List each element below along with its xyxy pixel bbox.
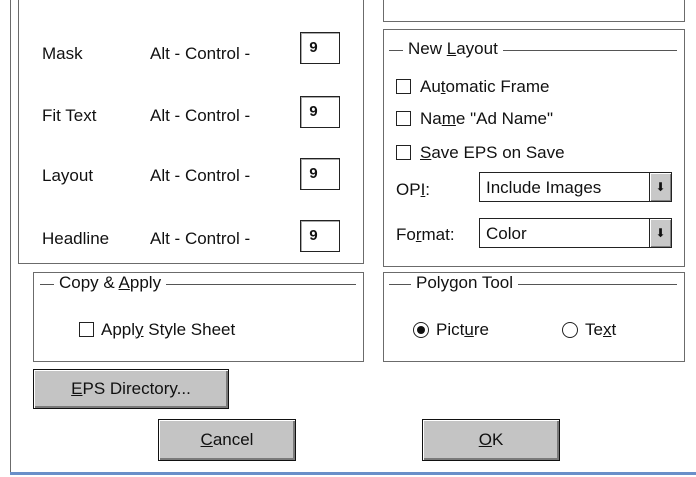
shortcut-label-headline: Headline [42, 229, 110, 248]
apply-style-sheet-checkbox[interactable] [79, 322, 94, 337]
window-left-edge [10, 0, 11, 472]
shortcut-key-headline[interactable]: 9 [300, 220, 340, 252]
window-bottom-edge [10, 472, 696, 475]
picture-radio[interactable] [413, 322, 429, 338]
ok-button[interactable]: OK [422, 419, 560, 461]
shortcut-label-mask: Mask [42, 44, 83, 63]
shortcut-modifier-layout: Alt - Control - [150, 166, 251, 185]
format-label: Format: [396, 225, 455, 244]
text-radio-label: Text [585, 320, 617, 339]
eps-directory-button[interactable]: EPS Directory... [33, 369, 229, 409]
new-layout-title: New Layout [403, 39, 503, 59]
polygon-tool-group: Polygon Tool [389, 273, 677, 293]
polygon-tool-title: Polygon Tool [411, 273, 519, 293]
save-eps-checkbox[interactable] [396, 145, 411, 160]
shortcut-key-layout[interactable]: 9 [300, 158, 340, 190]
shortcut-key-mask[interactable]: 9 [300, 32, 340, 64]
copy-apply-title: Copy & Apply [54, 273, 167, 293]
name-ad-name-label: Name "Ad Name" [420, 109, 554, 128]
new-layout-group: New Layout [389, 39, 677, 59]
shortcut-label-layout: Layout [42, 166, 94, 185]
name-ad-name-checkbox[interactable] [396, 111, 411, 126]
automatic-frame-label: Automatic Frame [420, 77, 550, 96]
upper-right-panel [383, 0, 685, 22]
opi-select[interactable]: Include Images ⬇ [479, 172, 672, 202]
shortcut-key-fit-text[interactable]: 9 [300, 96, 340, 128]
cancel-button[interactable]: Cancel [158, 419, 296, 461]
automatic-frame-checkbox[interactable] [396, 79, 411, 94]
text-radio[interactable] [562, 322, 578, 338]
shortcut-modifier-headline: Alt - Control - [150, 229, 251, 248]
opi-select-value: Include Images [486, 178, 602, 197]
picture-radio-label: Picture [436, 320, 489, 339]
opi-label: OPI: [396, 180, 431, 199]
shortcut-label-fit-text: Fit Text [42, 106, 97, 125]
format-select-value: Color [486, 224, 527, 243]
format-select[interactable]: Color ⬇ [479, 218, 672, 248]
dropdown-arrow-icon[interactable]: ⬇ [649, 219, 671, 247]
save-eps-label: Save EPS on Save [420, 143, 565, 162]
shortcut-modifier-fit-text: Alt - Control - [150, 106, 251, 125]
apply-style-sheet-label: Apply Style Sheet [101, 320, 236, 339]
copy-apply-group: Copy & Apply [40, 273, 356, 293]
dropdown-arrow-icon[interactable]: ⬇ [649, 173, 671, 201]
shortcut-modifier-mask: Alt - Control - [150, 44, 251, 63]
